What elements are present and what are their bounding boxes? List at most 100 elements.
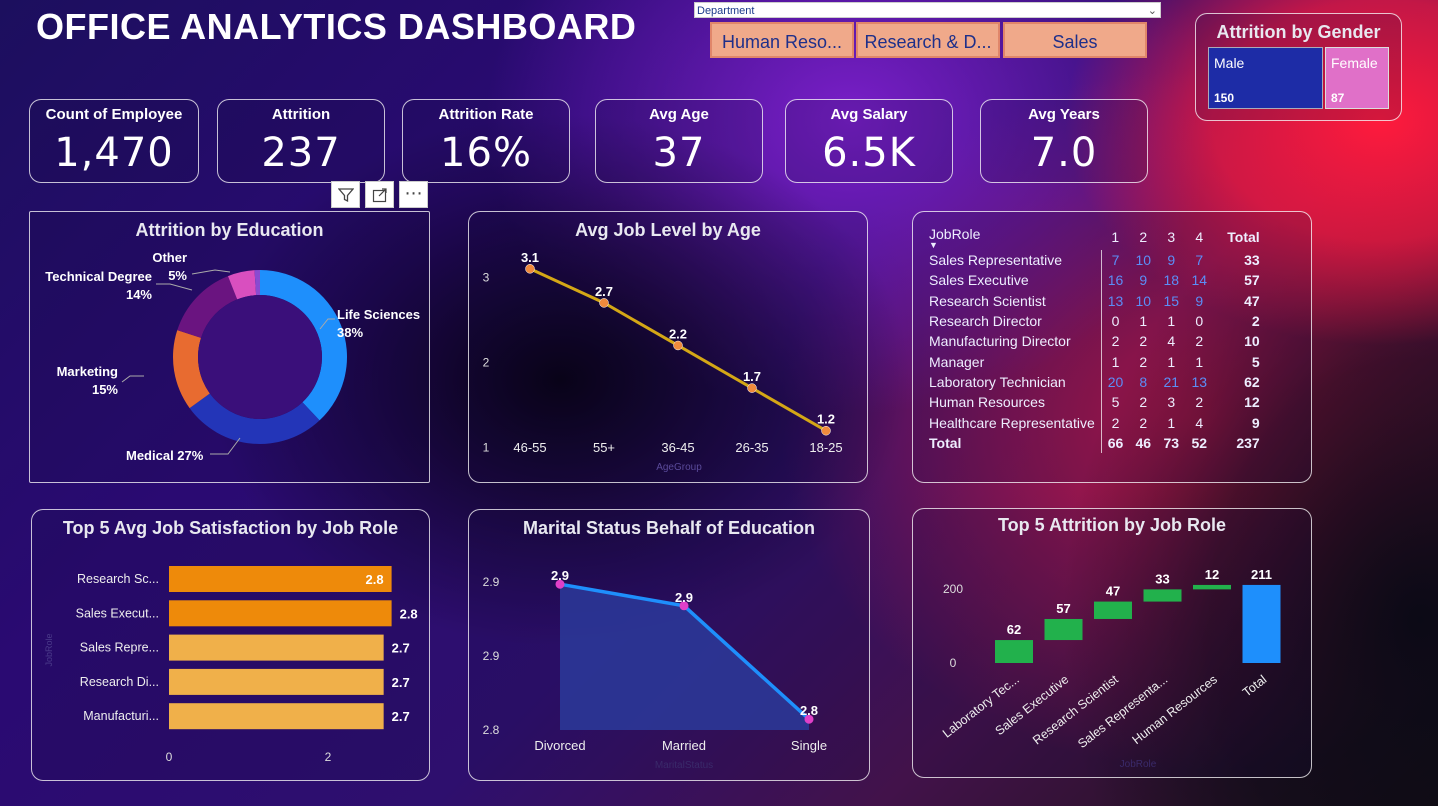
- chevron-down-icon[interactable]: ⌄: [1148, 3, 1157, 19]
- total-cell: 237: [1236, 434, 1260, 451]
- table-row[interactable]: Research Director 0 1 1 0 2: [927, 310, 1264, 332]
- data-point[interactable]: [747, 383, 757, 393]
- kpi-card-attrition[interactable]: Attrition 237: [217, 99, 385, 183]
- waterfall-bar[interactable]: [1193, 584, 1231, 590]
- waterfall-bar[interactable]: [1143, 589, 1182, 602]
- department-option-sales[interactable]: Sales: [1003, 22, 1147, 58]
- table-row[interactable]: Manager 1 2 1 1 5: [927, 351, 1264, 372]
- value-cell: 4: [1167, 333, 1176, 350]
- dashboard-title: OFFICE ANALYTICS DASHBOARD: [36, 6, 637, 47]
- value-cell: 0: [1195, 313, 1204, 330]
- x-tick-label: 18-25: [809, 440, 842, 455]
- x-tick-label: 0: [166, 750, 173, 764]
- data-point[interactable]: [673, 340, 683, 351]
- jobrole-cell: Total: [927, 432, 1102, 453]
- waterfall-bar[interactable]: [1094, 601, 1132, 619]
- data-label: 2.7: [392, 641, 410, 656]
- bar[interactable]: [169, 668, 384, 695]
- value-cell: 2: [1111, 414, 1120, 431]
- total-row[interactable]: Total 66 46 73 52 237: [927, 432, 1264, 453]
- sort-down-icon[interactable]: ▼: [929, 241, 1095, 250]
- total-bar[interactable]: [1242, 584, 1281, 663]
- x-tick-label: Single: [791, 738, 827, 753]
- job-level-line-chart[interactable]: 1 2 3 3.1 46-55 2.7 55+ 2.2 36-45 1.7 26-35 1.2 18-2…: [469, 212, 869, 484]
- value-cell: 16: [1107, 272, 1124, 289]
- leader-line: [156, 283, 193, 291]
- table-row[interactable]: Sales Executive 16 9 18 14 57: [927, 270, 1264, 291]
- column-header-1[interactable]: 1: [1101, 224, 1129, 250]
- data-label: 1.7: [743, 369, 761, 384]
- slice-label: Life Sciences: [337, 307, 420, 322]
- leader-line: [191, 269, 231, 275]
- bar[interactable]: [169, 634, 384, 661]
- kpi-card-employee-count[interactable]: Count of Employee 1,470: [29, 99, 199, 183]
- value-cell: 9: [1195, 292, 1204, 309]
- bar[interactable]: [169, 703, 384, 730]
- table-row[interactable]: Healthcare Representative 2 2 1 4 9: [927, 412, 1264, 433]
- more-options-icon[interactable]: ⋯: [399, 181, 428, 208]
- slice-label: Marketing: [57, 364, 118, 379]
- table-row[interactable]: Laboratory Technician 20 8 21 13 62: [927, 371, 1264, 393]
- table-row[interactable]: Human Resources 5 2 3 2 12: [927, 392, 1264, 413]
- value-cell: 1: [1139, 313, 1148, 330]
- data-label: 2.8: [366, 572, 384, 587]
- kpi-card-avg-salary[interactable]: Avg Salary 6.5K: [785, 99, 953, 183]
- jobrole-cell: Laboratory Technician: [927, 371, 1102, 393]
- value-cell: 1: [1167, 313, 1176, 330]
- department-option-human-resources[interactable]: Human Reso...: [710, 22, 854, 58]
- kpi-card-avg-age[interactable]: Avg Age 37: [595, 99, 763, 183]
- x-tick-label: 46-55: [513, 440, 546, 455]
- data-point[interactable]: [599, 298, 609, 308]
- gender-tile-male[interactable]: Male 150: [1208, 47, 1323, 109]
- data-label: 62: [1007, 622, 1021, 637]
- value-cell: 7: [1195, 252, 1204, 269]
- job-satisfaction-bar-chart[interactable]: Research Sc... 2.8 Sales Execut... 2.8 Sales…: [32, 510, 431, 782]
- category-label: Manufacturi...: [83, 709, 159, 723]
- total-cell: 12: [1244, 394, 1260, 411]
- kpi-card-avg-years[interactable]: Avg Years 7.0: [980, 99, 1148, 183]
- column-header-4[interactable]: 4: [1185, 224, 1213, 250]
- value-cell: 2: [1195, 394, 1204, 411]
- column-header-jobrole[interactable]: JobRole ▼: [927, 224, 1101, 250]
- jobrole-matrix[interactable]: JobRole ▼ 1 2 3 4 Total Sales Representa…: [927, 224, 1264, 453]
- data-point[interactable]: [525, 264, 535, 274]
- value-cell: 13: [1107, 292, 1124, 309]
- category-label: Sales Repre...: [80, 641, 159, 655]
- table-row[interactable]: Sales Representative 7 10 9 7 33: [927, 250, 1264, 271]
- waterfall-bar[interactable]: [995, 640, 1033, 663]
- slice-value: 15%: [92, 382, 118, 397]
- waterfall-bar[interactable]: [1044, 618, 1083, 641]
- bar[interactable]: [169, 566, 392, 592]
- bar[interactable]: [169, 600, 392, 627]
- education-donut-chart[interactable]: Life Sciences 38% Medical 27% Marketing 15% T…: [30, 212, 431, 484]
- value-cell: 14: [1191, 272, 1208, 289]
- value-cell: 21: [1163, 373, 1180, 390]
- column-header-total[interactable]: Total: [1213, 224, 1263, 250]
- jobrole-cell: Sales Representative: [927, 250, 1102, 271]
- column-header-3[interactable]: 3: [1157, 224, 1185, 250]
- x-tick-label: Research Scientist: [1030, 672, 1121, 748]
- slice-label: Medical 27%: [126, 448, 204, 463]
- kpi-card-attrition-rate[interactable]: Attrition Rate 16%: [402, 99, 570, 183]
- x-tick-label: Human Resources: [1130, 672, 1220, 747]
- department-option-research-development[interactable]: Research & D...: [856, 22, 1000, 58]
- x-tick-label: 36-45: [661, 440, 694, 455]
- column-header-2[interactable]: 2: [1129, 224, 1157, 250]
- value-cell: 5: [1111, 394, 1120, 411]
- filter-icon[interactable]: [331, 181, 360, 208]
- department-dropdown[interactable]: Department ⌄: [694, 2, 1161, 18]
- data-point[interactable]: [821, 425, 831, 436]
- value-cell: 4: [1195, 414, 1204, 431]
- attrition-waterfall-chart[interactable]: 020062Laboratory Tec...57Sales Executive…: [913, 509, 1313, 779]
- data-label: 2.7: [392, 709, 410, 724]
- marital-status-area-chart[interactable]: 2.82.92.9 2.9Divorced2.9Married2.8SingleM…: [469, 510, 871, 782]
- table-row[interactable]: Manufacturing Director 2 2 4 2 10: [927, 331, 1264, 352]
- table-row[interactable]: Research Scientist 13 10 15 9 47: [927, 290, 1264, 311]
- focus-mode-icon[interactable]: [365, 181, 394, 208]
- slice-label: Technical Degree: [45, 269, 152, 284]
- donut-hole: [198, 295, 322, 419]
- total-cell: 5: [1251, 353, 1260, 370]
- gender-tile-female[interactable]: Female 87: [1325, 47, 1389, 109]
- data-label: 12: [1205, 567, 1219, 582]
- value-cell: 10: [1135, 292, 1152, 309]
